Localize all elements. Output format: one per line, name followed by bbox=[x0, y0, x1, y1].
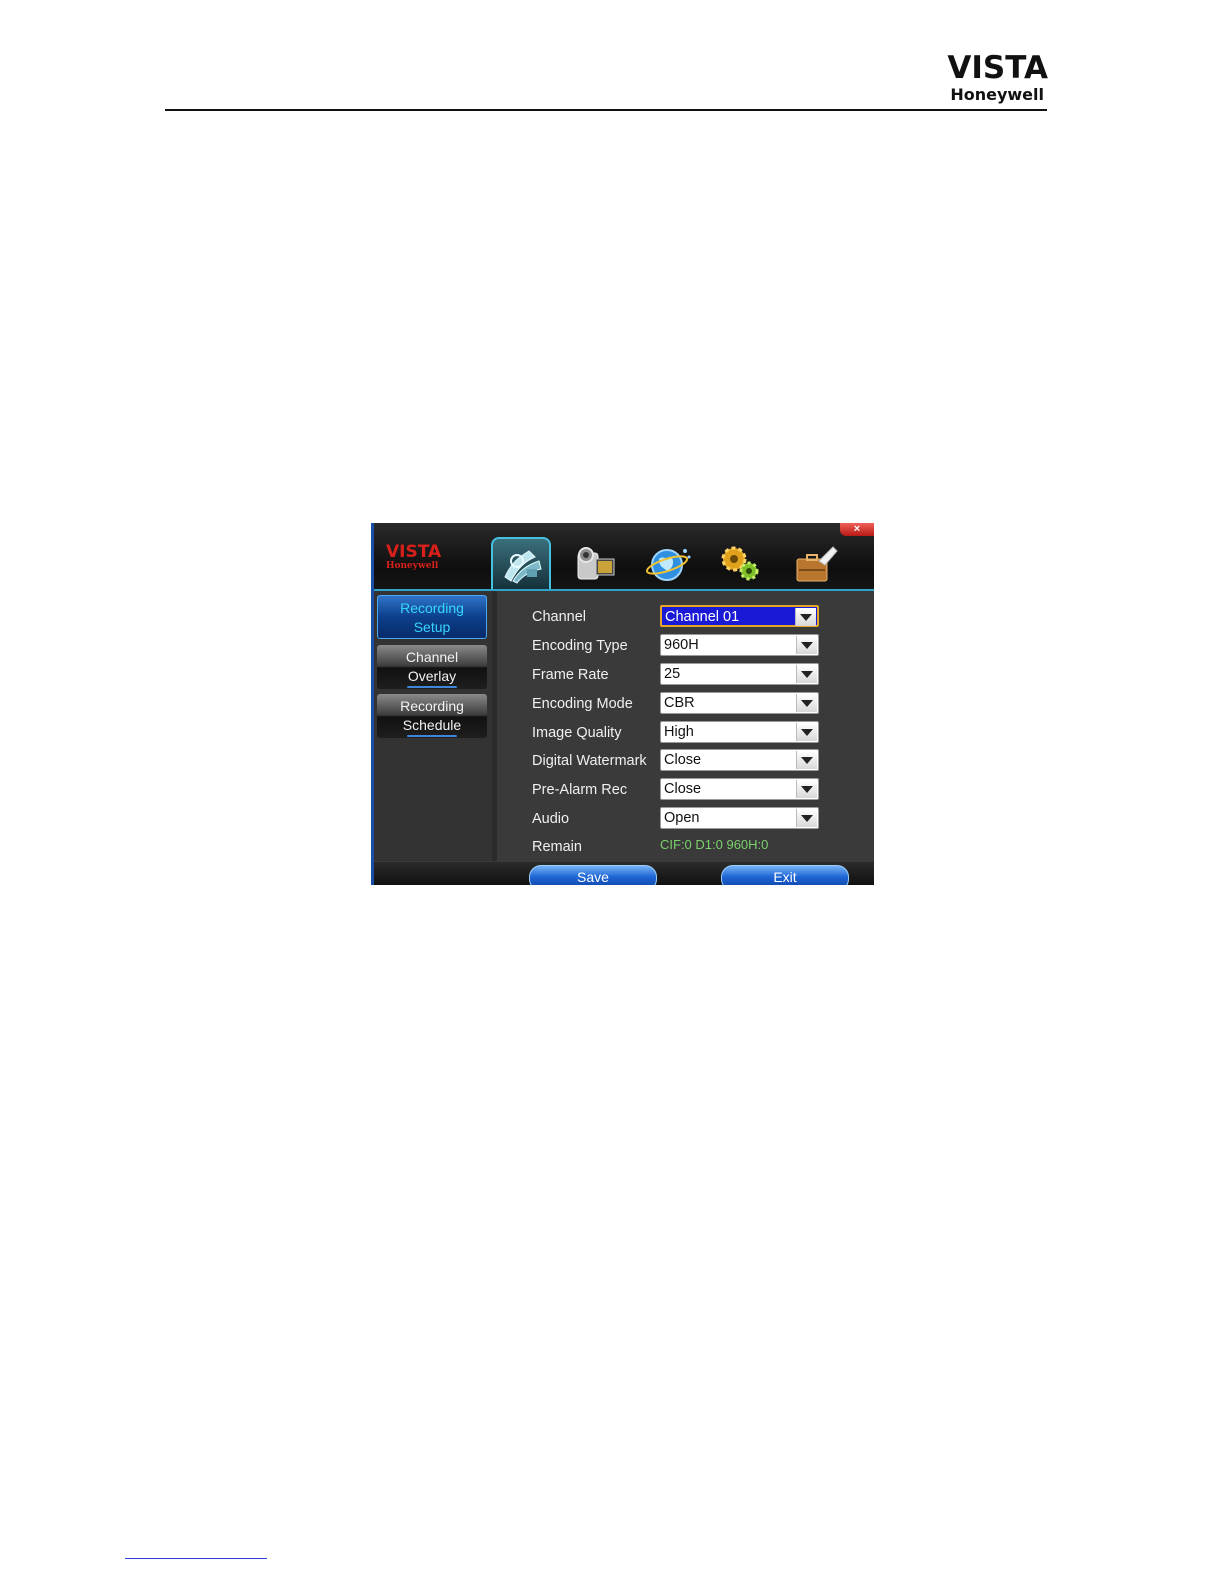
field-label: Digital Watermark bbox=[532, 753, 647, 769]
chevron-down-icon[interactable] bbox=[796, 665, 817, 683]
image-quality-select[interactable]: High bbox=[660, 721, 819, 743]
top-menu-bar: × VISTA Honeywell bbox=[374, 523, 874, 591]
app-logo: VISTA Honeywell bbox=[386, 543, 441, 571]
sidebar-item-label: Channel bbox=[405, 649, 459, 665]
tab-tools[interactable] bbox=[783, 537, 843, 589]
app-logo-brand: VISTA bbox=[386, 542, 442, 562]
camera-icon bbox=[577, 547, 615, 580]
field-audio: Audio Open bbox=[532, 807, 832, 831]
settings-panel: Channel Channel 01 Encoding Type 960H Fr… bbox=[497, 591, 874, 861]
sidebar: Recording Setup Channel Overlay Recordin… bbox=[374, 591, 497, 861]
field-label: Encoding Mode bbox=[532, 696, 633, 712]
select-value: Close bbox=[664, 781, 702, 797]
field-frame-rate: Frame Rate 25 bbox=[532, 663, 832, 687]
tab-system[interactable] bbox=[710, 537, 770, 589]
audio-select[interactable]: Open bbox=[660, 807, 819, 829]
pre-alarm-rec-select[interactable]: Close bbox=[660, 778, 819, 800]
sidebar-item-recording-setup[interactable]: Recording Setup bbox=[377, 595, 487, 639]
field-digital-watermark: Digital Watermark Close bbox=[532, 749, 832, 773]
sidebar-item-label: Schedule bbox=[402, 717, 462, 733]
field-remain: Remain CIF:0 D1:0 960H:0 bbox=[532, 835, 832, 859]
encoding-type-select[interactable]: 960H bbox=[660, 634, 819, 656]
select-value: Open bbox=[664, 810, 700, 826]
footer-link-underline bbox=[125, 1558, 267, 1559]
exit-button[interactable]: Exit bbox=[721, 865, 849, 885]
field-label: Channel bbox=[532, 609, 587, 625]
channel-select[interactable]: Channel 01 bbox=[660, 605, 819, 627]
gears-icon bbox=[721, 546, 759, 581]
field-image-quality: Image Quality High bbox=[532, 721, 832, 745]
field-label: Pre-Alarm Rec bbox=[532, 782, 628, 798]
page-header-logo: VISTA Honeywell bbox=[946, 52, 1048, 104]
dvr-recording-setup-window: × VISTA Honeywell Recording Setup Channe… bbox=[371, 523, 874, 885]
chevron-down-icon[interactable] bbox=[796, 723, 817, 741]
remain-value: CIF:0 D1:0 960H:0 bbox=[660, 837, 769, 852]
select-value: 25 bbox=[664, 666, 681, 682]
frame-rate-select[interactable]: 25 bbox=[660, 663, 819, 685]
field-pre-alarm-rec: Pre-Alarm Rec Close bbox=[532, 778, 832, 802]
field-channel: Channel Channel 01 bbox=[532, 605, 832, 629]
field-encoding-type: Encoding Type 960H bbox=[532, 634, 832, 658]
select-value: 960H bbox=[664, 637, 699, 653]
field-label: Image Quality bbox=[532, 725, 622, 741]
field-label: Encoding Type bbox=[532, 638, 628, 654]
encoding-mode-select[interactable]: CBR bbox=[660, 692, 819, 714]
page-logo-brand: VISTA bbox=[947, 50, 1048, 86]
video-settings-icon bbox=[504, 550, 542, 584]
sidebar-item-label: Overlay bbox=[407, 668, 457, 684]
select-value: Close bbox=[664, 752, 702, 768]
sidebar-item-label: Setup bbox=[413, 619, 451, 635]
bottom-bar: Save Exit bbox=[374, 862, 874, 885]
digital-watermark-select[interactable]: Close bbox=[660, 749, 819, 771]
network-globe-icon bbox=[645, 549, 691, 581]
select-value: CBR bbox=[664, 695, 695, 711]
tab-record-settings[interactable] bbox=[491, 537, 551, 589]
select-value: Channel 01 bbox=[665, 609, 740, 625]
field-label: Audio bbox=[532, 811, 570, 827]
page-logo-sub: Honeywell bbox=[950, 85, 1044, 104]
field-encoding-mode: Encoding Mode CBR bbox=[532, 692, 832, 716]
close-button[interactable]: × bbox=[840, 523, 874, 536]
chevron-down-icon[interactable] bbox=[796, 636, 817, 654]
tab-camera[interactable] bbox=[564, 537, 624, 589]
chevron-down-icon[interactable] bbox=[796, 694, 817, 712]
select-value: High bbox=[664, 724, 694, 740]
app-logo-sub: Honeywell bbox=[386, 561, 439, 571]
chevron-down-icon[interactable] bbox=[796, 780, 817, 798]
tab-network[interactable] bbox=[637, 537, 697, 589]
sidebar-item-label: Recording bbox=[400, 600, 464, 616]
chevron-down-icon[interactable] bbox=[796, 751, 817, 769]
sidebar-item-label: Recording bbox=[400, 698, 464, 714]
field-label: Remain bbox=[532, 839, 582, 855]
field-label: Frame Rate bbox=[532, 667, 609, 683]
save-button[interactable]: Save bbox=[529, 865, 657, 885]
chevron-down-icon[interactable] bbox=[796, 809, 817, 827]
chevron-down-icon[interactable] bbox=[795, 608, 816, 626]
toolbox-icon bbox=[796, 546, 838, 582]
sidebar-item-channel-overlay[interactable]: Channel Overlay bbox=[377, 645, 487, 689]
header-divider bbox=[165, 109, 1047, 111]
sidebar-item-recording-schedule[interactable]: Recording Schedule bbox=[377, 694, 487, 738]
